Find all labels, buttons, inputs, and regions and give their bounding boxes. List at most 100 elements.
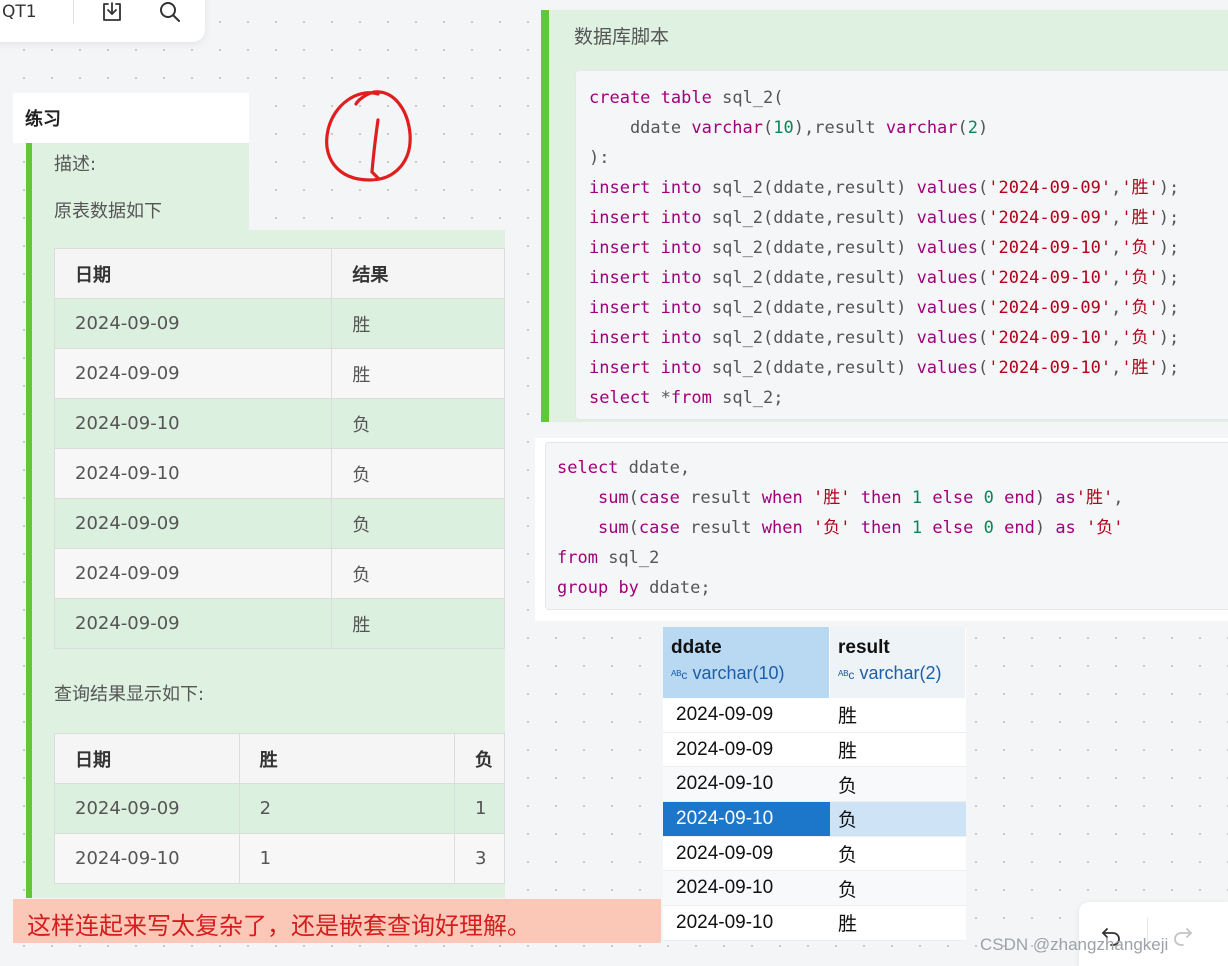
script-accent-bar xyxy=(541,10,549,422)
table-cell: 2024-09-09 xyxy=(53,548,333,599)
result-cell[interactable]: 2024-09-10 xyxy=(663,877,830,899)
table-cell: 负 xyxy=(331,498,505,549)
source-table-label: 原表数据如下 xyxy=(54,201,162,222)
code-line: select *from sql_2; xyxy=(589,388,784,408)
table-row: 2024-09-09 胜 xyxy=(53,598,505,649)
result-row[interactable]: 2024-09-09 胜 xyxy=(663,698,966,733)
table-cell: 负 xyxy=(331,448,505,499)
column-type: ᴬᴮc varchar(10) xyxy=(671,663,829,684)
result-row[interactable]: 2024-09-09 负 xyxy=(663,837,966,872)
table-header-row: 日期 胜 负 xyxy=(54,733,505,784)
column-header: 日期 xyxy=(54,733,240,784)
result-cell[interactable]: 胜 xyxy=(830,909,966,936)
table-row: 2024-09-10 负 xyxy=(53,398,505,449)
table-cell: 2024-09-10 xyxy=(53,448,333,499)
practice-title-box: 练习 xyxy=(13,93,249,143)
result-row[interactable]: 2024-09-10 胜 xyxy=(663,906,966,941)
table-row: 2024-09-09 2 1 xyxy=(54,783,505,834)
column-header: 结果 xyxy=(331,248,505,299)
table-header-row: 日期 结果 xyxy=(53,248,505,299)
table-row: 2024-09-09 胜 xyxy=(53,298,505,349)
practice-title: 练习 xyxy=(25,109,61,130)
table-cell: 2024-09-10 xyxy=(54,833,240,884)
annotation-note-text: 这样连起来写太复杂了，还是嵌套查询好理解。 xyxy=(27,912,531,940)
column-header-ddate[interactable]: ddate ᴬᴮc varchar(10) xyxy=(663,627,830,698)
result-cell[interactable]: 2024-09-09 xyxy=(663,843,830,865)
column-type: ᴬᴮc varchar(2) xyxy=(838,663,965,684)
result-cell[interactable]: 胜 xyxy=(830,736,966,763)
table-cell: 胜 xyxy=(331,598,505,649)
table-cell: 2024-09-09 xyxy=(54,783,240,834)
handwritten-circle-one-icon xyxy=(325,90,412,182)
query-code: select ddate, sum(case result when '胜' t… xyxy=(557,453,1124,603)
table-row: 2024-09-09 胜 xyxy=(53,348,505,399)
code-line: insert into sql_2(ddate,result) values('… xyxy=(589,298,1180,318)
table-cell: 负 xyxy=(331,398,505,449)
result-row-selected[interactable]: 2024-09-10 负 xyxy=(663,802,966,837)
column-type-label: varchar(2) xyxy=(859,663,942,683)
redo-icon[interactable] xyxy=(1171,924,1195,952)
table-cell: 1 xyxy=(238,833,456,884)
history-controls xyxy=(1079,902,1228,966)
column-header: 胜 xyxy=(238,733,456,784)
table-cell: 2024-09-09 xyxy=(53,498,333,549)
result-table: 日期 胜 负 2024-09-09 2 1 2024-09-10 1 3 xyxy=(54,733,505,884)
table-row: 2024-09-09 负 xyxy=(53,548,505,599)
table-cell: 胜 xyxy=(331,348,505,399)
code-line: sum(case result when '负' then 1 else 0 e… xyxy=(597,518,1124,538)
top-toolbar: QT1 xyxy=(0,0,205,42)
source-table: 日期 结果 2024-09-09 胜 2024-09-09 胜 2024-09-10… xyxy=(53,248,505,649)
description-label: 描述: xyxy=(54,154,97,175)
annotation-note: 这样连起来写太复杂了，还是嵌套查询好理解。 xyxy=(13,899,661,943)
table-cell: 2024-09-09 xyxy=(53,598,333,649)
table-cell: 3 xyxy=(454,833,505,884)
table-cell: 2024-09-09 xyxy=(53,298,333,349)
table-row: 2024-09-10 负 xyxy=(53,448,505,499)
script-title: 数据库脚本 xyxy=(574,26,670,48)
result-cell[interactable]: 负 xyxy=(830,840,966,867)
code-line: ): xyxy=(589,148,610,168)
result-cell[interactable]: 2024-09-09 xyxy=(663,739,830,761)
result-cell[interactable]: 2024-09-10 xyxy=(663,773,830,795)
table-cell: 1 xyxy=(454,783,505,834)
result-row[interactable]: 2024-09-10 负 xyxy=(663,871,966,907)
code-line: group by ddate; xyxy=(557,578,711,598)
code-line: insert into sql_2(ddate,result) values('… xyxy=(589,178,1180,198)
column-name: result xyxy=(838,637,890,658)
script-code: create table sql_2( ddate varchar(10),re… xyxy=(589,83,1179,413)
query-code-box[interactable]: select ddate, sum(case result when '胜' t… xyxy=(545,442,1228,610)
result-cell[interactable]: 负 xyxy=(830,875,966,902)
code-line: create table sql_2( xyxy=(589,88,784,108)
abc-type-icon: ᴬᴮc xyxy=(671,668,688,682)
watermark: CSDN @zhangzhangkeji xyxy=(980,935,1169,954)
code-line: insert into sql_2(ddate,result) values('… xyxy=(589,268,1180,288)
code-line: insert into sql_2(ddate,result) values('… xyxy=(589,328,1180,348)
download-icon[interactable] xyxy=(98,0,126,26)
result-cell[interactable]: 2024-09-10 xyxy=(663,912,830,934)
column-type-label: varchar(10) xyxy=(692,663,785,683)
toolbar-divider xyxy=(73,0,74,24)
script-code-box[interactable]: create table sql_2( ddate varchar(10),re… xyxy=(575,70,1228,420)
column-header: 负 xyxy=(454,733,505,784)
result-cell[interactable]: 2024-09-10 xyxy=(663,802,830,836)
result-cell[interactable]: 负 xyxy=(830,771,966,798)
code-line: insert into sql_2(ddate,result) values('… xyxy=(589,358,1180,378)
practice-accent-bar xyxy=(26,143,32,898)
table-row: 2024-09-09 负 xyxy=(53,498,505,549)
result-row[interactable]: 2024-09-09 胜 xyxy=(663,733,966,768)
result-cell[interactable]: 负 xyxy=(830,805,966,832)
column-header: 日期 xyxy=(53,248,333,299)
result-cell[interactable]: 胜 xyxy=(830,701,966,728)
code-line: insert into sql_2(ddate,result) values('… xyxy=(589,208,1180,228)
result-cell[interactable]: 2024-09-09 xyxy=(663,704,830,726)
result-grid-header: ddate ᴬᴮc varchar(10) result ᴬᴮc varchar… xyxy=(663,627,966,698)
table-cell: 2 xyxy=(238,783,456,834)
search-icon[interactable] xyxy=(156,0,184,26)
result-table-label: 查询结果显示如下: xyxy=(54,684,205,705)
result-row[interactable]: 2024-09-10 负 xyxy=(663,767,966,803)
code-line: select ddate, xyxy=(557,458,691,478)
abc-type-icon: ᴬᴮc xyxy=(838,668,855,682)
table-cell: 2024-09-10 xyxy=(53,398,333,449)
code-line: insert into sql_2(ddate,result) values('… xyxy=(589,238,1180,258)
column-header-result[interactable]: result ᴬᴮc varchar(2) xyxy=(830,627,966,698)
